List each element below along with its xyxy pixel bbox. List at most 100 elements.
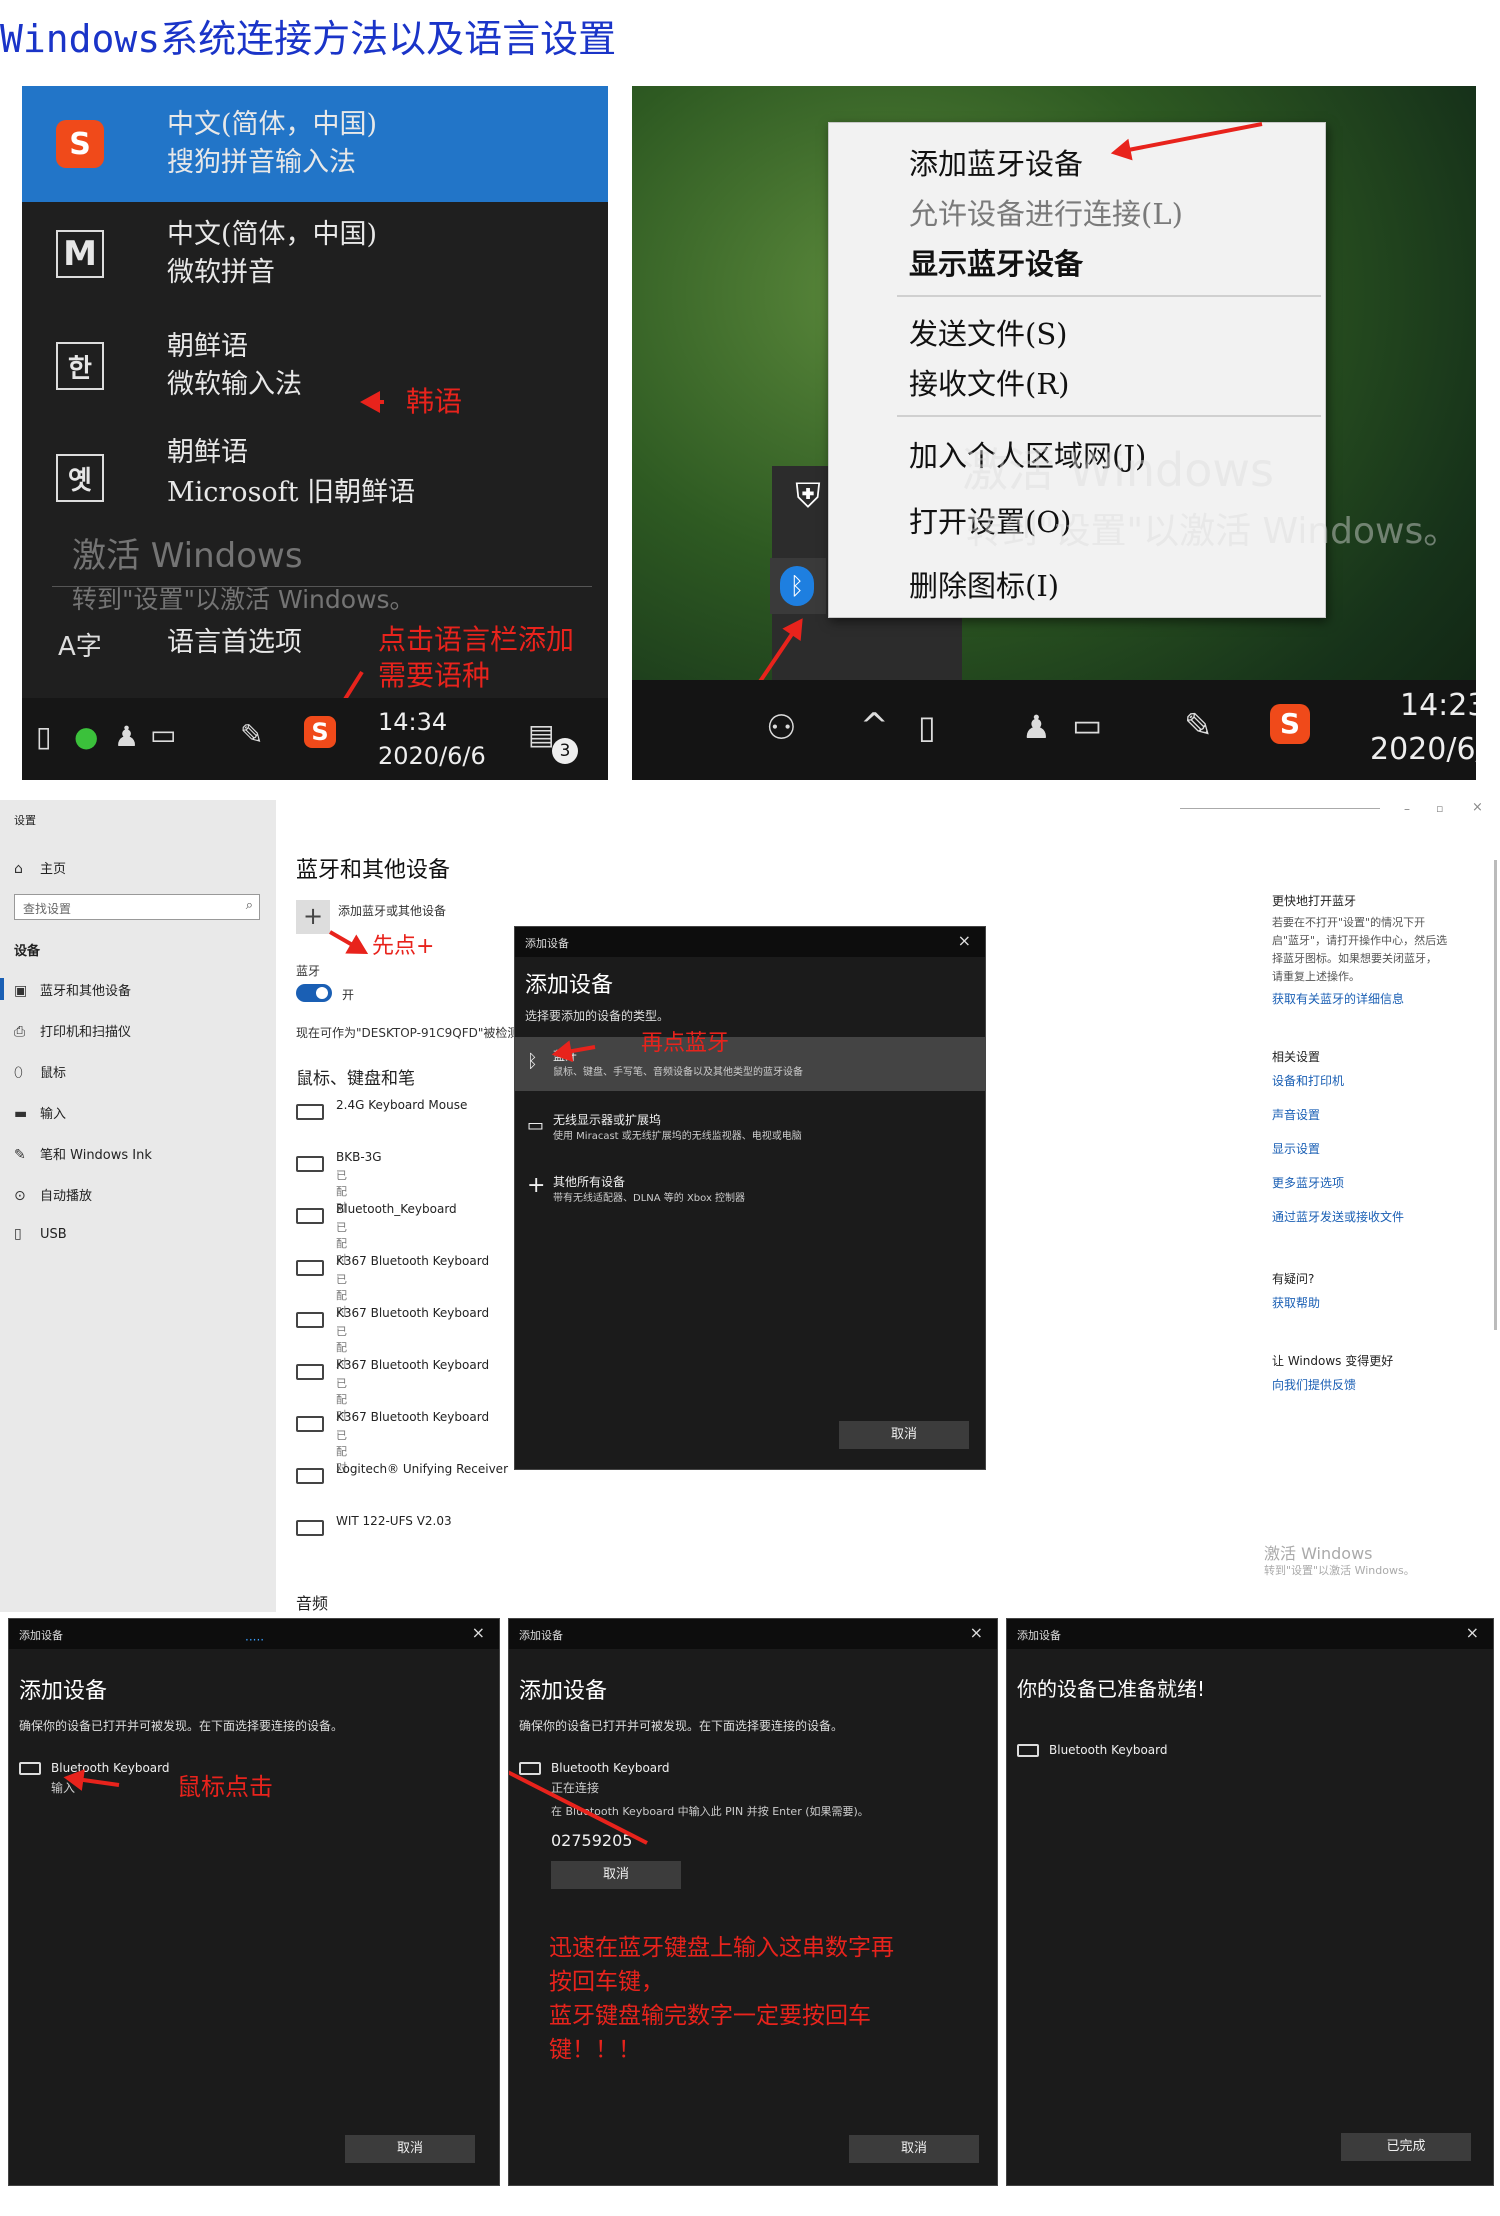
menu-show-devices[interactable]: 显示蓝牙设备 bbox=[909, 241, 1083, 283]
menu-add-bluetooth-device[interactable]: 添加蓝牙设备 bbox=[909, 141, 1083, 183]
sidebar-item-usb[interactable]: ▯ USB bbox=[14, 1226, 67, 1242]
sidebar-item-mouse[interactable]: ⬯ 鼠标 bbox=[14, 1062, 66, 1081]
dialog-heading: 添加设备 bbox=[519, 1679, 608, 1704]
lang-prefs-icon: A字 bbox=[58, 632, 102, 662]
option-everything-else[interactable]: + 其他所有设备 带有无线适配器、DLNA 等的 Xbox 控制器 bbox=[515, 1163, 985, 1217]
device-name: K367 Bluetooth Keyboard bbox=[336, 1410, 490, 1424]
help-link[interactable]: 获取帮助 bbox=[1272, 1294, 1320, 1311]
sidebar-item-printers[interactable]: ⎙ 打印机和扫描仪 bbox=[14, 1021, 131, 1040]
korean-ime-icon: 한 bbox=[56, 342, 104, 390]
lang-name: 朝鲜语 bbox=[167, 331, 248, 362]
lang-prefs-link[interactable]: 语言首选项 bbox=[167, 624, 302, 662]
minimize-icon[interactable]: – bbox=[1404, 802, 1410, 816]
device-bluetooth-keyboard[interactable]: Bluetooth Keyboard bbox=[519, 1761, 669, 1775]
mouse-icon: ⬯ bbox=[14, 1065, 23, 1081]
qq-icon[interactable]: ♟ bbox=[114, 720, 139, 753]
pen-icon[interactable]: ✎ bbox=[1184, 706, 1213, 746]
taskbar: ⚇ ^ ▯ ♟ ▭ ✎ S 14:23 2020/6/ bbox=[632, 680, 1476, 780]
notification-icon[interactable]: ▤ bbox=[528, 718, 554, 751]
page-title: Windows系统连接方法以及语言设置 bbox=[0, 17, 617, 61]
quick-body-3: 择蓝牙图标。如果想要关闭蓝牙， bbox=[1272, 952, 1437, 965]
pin-code: 02759205 bbox=[551, 1831, 633, 1850]
dialog-title: 添加设备 bbox=[519, 1629, 563, 1642]
bluetooth-state: 开 bbox=[342, 988, 355, 1002]
note-line: 按回车键， bbox=[549, 1969, 664, 1995]
menu-send-file[interactable]: 发送文件(S) bbox=[909, 311, 1068, 353]
shield-icon[interactable]: ⛨ bbox=[782, 476, 834, 528]
feedback-link[interactable]: 向我们提供反馈 bbox=[1272, 1376, 1356, 1393]
scrollbar[interactable] bbox=[1494, 860, 1497, 1330]
lang-item-ms-pinyin[interactable]: M 中文(简体，中国) 微软拼音 bbox=[22, 202, 608, 318]
menu-receive-file[interactable]: 接收文件(R) bbox=[909, 361, 1069, 403]
option-name: 无线显示器或扩展坞 bbox=[553, 1113, 662, 1127]
cancel-button[interactable]: 取消 bbox=[849, 2135, 979, 2163]
sidebar-item-label: 鼠标 bbox=[40, 1066, 67, 1081]
maximize-icon[interactable]: ▫ bbox=[1436, 802, 1443, 815]
bluetooth-info-link[interactable]: 获取有关蓝牙的详细信息 bbox=[1272, 990, 1404, 1007]
link-send-receive-files[interactable]: 通过蓝牙发送或接收文件 bbox=[1272, 1208, 1404, 1225]
search-input[interactable]: 查找设置 ⌕ bbox=[14, 894, 260, 920]
lang-item-sogou[interactable]: S 中文(简体，中国) 搜狗拼音输入法 bbox=[22, 86, 608, 202]
lang-method: 微软拼音 bbox=[167, 257, 275, 288]
close-icon[interactable]: × bbox=[970, 1623, 983, 1642]
note-line: 迅速在蓝牙键盘上输入这串数字再 bbox=[549, 1935, 894, 1961]
qq-icon[interactable]: ♟ bbox=[1022, 708, 1051, 746]
device-name: Bluetooth Keyboard bbox=[1049, 1743, 1168, 1757]
dialog-title: 添加设备 bbox=[525, 937, 569, 950]
option-wireless-display[interactable]: ▭ 无线显示器或扩展坞 使用 Miracast 或无线扩展坞的无线监视器、电视或… bbox=[515, 1101, 985, 1155]
sogou-tray-icon[interactable]: S bbox=[304, 716, 336, 748]
menu-remove-icon[interactable]: 删除图标(I) bbox=[909, 563, 1059, 605]
usb-icon[interactable]: ▯ bbox=[918, 708, 936, 746]
note-mouse-click: 鼠标点击 bbox=[177, 1773, 273, 1801]
receiver-icon bbox=[296, 1468, 324, 1484]
link-display-settings[interactable]: 显示设置 bbox=[1272, 1140, 1320, 1157]
dialog-title-bar: 添加设备 ····· × bbox=[9, 1619, 499, 1649]
menu-allow-connect[interactable]: 允许设备进行连接(L) bbox=[909, 191, 1183, 233]
dialog-subtitle: 确保你的设备已打开并可被发现。在下面选择要连接的设备。 bbox=[519, 1719, 844, 1733]
bluetooth-tray-icon[interactable]: ᛒ bbox=[780, 566, 814, 606]
close-icon[interactable]: × bbox=[472, 1623, 485, 1642]
sidebar-item-bluetooth[interactable]: ▣ 蓝牙和其他设备 bbox=[14, 980, 131, 999]
keyboard-icon bbox=[296, 1416, 324, 1432]
network-icon[interactable]: ▭ bbox=[1072, 706, 1102, 744]
sidebar-item-label: 蓝牙和其他设备 bbox=[40, 984, 132, 999]
bluetooth-tray-panel: ⛨ ᛒ 添加蓝牙设备 允许设备进行连接(L) 显示蓝牙设备 发送文件(S) 接收… bbox=[632, 86, 1476, 780]
people-icon[interactable]: ⚇ bbox=[766, 708, 796, 748]
lang-item-korean[interactable]: 한 朝鲜语 微软输入法 bbox=[22, 318, 608, 434]
sidebar-item-pen[interactable]: ✎ 笔和 Windows Ink bbox=[14, 1144, 152, 1163]
keyboard-icon bbox=[296, 1260, 324, 1276]
sidebar-item-typing[interactable]: ▬ 输入 bbox=[14, 1103, 66, 1122]
option-bluetooth[interactable]: ᛒ 蓝牙 鼠标、键盘、手写笔、音频设备以及其他类型的蓝牙设备 bbox=[515, 1037, 985, 1091]
sidebar-home[interactable]: ⌂ 主页 bbox=[14, 858, 66, 877]
pen-icon[interactable]: ✎ bbox=[240, 718, 263, 751]
link-devices-printers[interactable]: 设备和打印机 bbox=[1272, 1072, 1344, 1089]
add-device-button[interactable]: + bbox=[296, 900, 330, 934]
close-icon[interactable]: × bbox=[1466, 1623, 1479, 1642]
chevron-up-icon[interactable]: ^ bbox=[860, 706, 889, 746]
close-icon[interactable]: × bbox=[958, 931, 971, 950]
add-device-label[interactable]: 添加蓝牙或其他设备 bbox=[338, 902, 446, 919]
device-name: K367 Bluetooth Keyboard bbox=[336, 1306, 490, 1320]
cancel-button[interactable]: 取消 bbox=[839, 1421, 969, 1449]
sogou-tray-icon[interactable]: S bbox=[1270, 704, 1310, 744]
usb-icon[interactable]: ▯ bbox=[36, 720, 51, 753]
clock-time: 14:23 bbox=[1400, 688, 1476, 723]
link-more-bluetooth[interactable]: 更多蓝牙选项 bbox=[1272, 1174, 1344, 1191]
bluetooth-toggle[interactable] bbox=[296, 984, 332, 1002]
close-icon[interactable]: × bbox=[1472, 800, 1483, 815]
pin-cancel-button[interactable]: 取消 bbox=[551, 1861, 681, 1889]
menu-separator bbox=[897, 415, 1321, 417]
sidebar-item-autoplay[interactable]: ⊙ 自动播放 bbox=[14, 1185, 92, 1204]
watermark-line1: 激活 Windows bbox=[72, 536, 303, 576]
network-icon[interactable]: ▭ bbox=[150, 718, 176, 751]
wechat-icon[interactable]: ● bbox=[74, 720, 98, 753]
device-bluetooth-keyboard[interactable]: Bluetooth Keyboard bbox=[19, 1761, 169, 1775]
korean-old-ime-icon: 옛 bbox=[56, 454, 104, 502]
done-button[interactable]: 已完成 bbox=[1341, 2133, 1471, 2161]
lang-name: 中文(简体，中国) bbox=[167, 219, 378, 250]
link-sound-settings[interactable]: 声音设置 bbox=[1272, 1106, 1320, 1123]
cancel-button[interactable]: 取消 bbox=[345, 2135, 475, 2163]
language-menu-panel: S 中文(简体，中国) 搜狗拼音输入法 M 中文(简体，中国) 微软拼音 한 朝… bbox=[22, 86, 608, 780]
bluetooth-devices-icon: ▣ bbox=[14, 983, 28, 999]
device-bluetooth-keyboard: Bluetooth Keyboard bbox=[1017, 1743, 1167, 1757]
